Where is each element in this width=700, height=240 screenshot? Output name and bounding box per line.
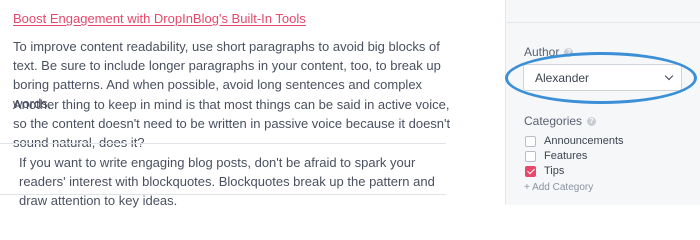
blockquote-top-border xyxy=(0,143,446,144)
category-label: Tips xyxy=(544,165,565,177)
post-link[interactable]: Boost Engagement with DropInBlog's Built… xyxy=(13,11,306,26)
category-item-announcements[interactable]: Announcements xyxy=(525,135,624,147)
blockquote[interactable]: If you want to write engaging blog posts… xyxy=(19,153,444,210)
help-icon[interactable]: ? xyxy=(564,47,574,57)
checkbox[interactable] xyxy=(525,135,536,147)
checkbox-checked[interactable] xyxy=(525,165,536,177)
category-label: Features xyxy=(544,150,588,162)
author-select-value: Alexander xyxy=(535,71,590,85)
category-item-tips[interactable]: Tips xyxy=(525,165,564,177)
author-label: Author xyxy=(524,45,560,59)
add-category-link[interactable]: + Add Category xyxy=(524,182,593,193)
author-select[interactable]: Alexander xyxy=(523,64,682,91)
categories-label: Categories xyxy=(524,114,583,128)
blockquote-bottom-border xyxy=(0,194,446,195)
help-icon[interactable]: ? xyxy=(587,116,597,126)
chevron-down-icon xyxy=(664,71,674,81)
sidebar-divider xyxy=(507,22,700,23)
categories-label-row: Categories ? xyxy=(524,114,597,128)
author-label-row: Author ? xyxy=(524,45,574,59)
post-editor: Boost Engagement with DropInBlog's Built… xyxy=(0,0,505,208)
category-item-features[interactable]: Features xyxy=(525,150,587,162)
category-label: Announcements xyxy=(544,135,624,147)
checkbox[interactable] xyxy=(525,150,536,162)
